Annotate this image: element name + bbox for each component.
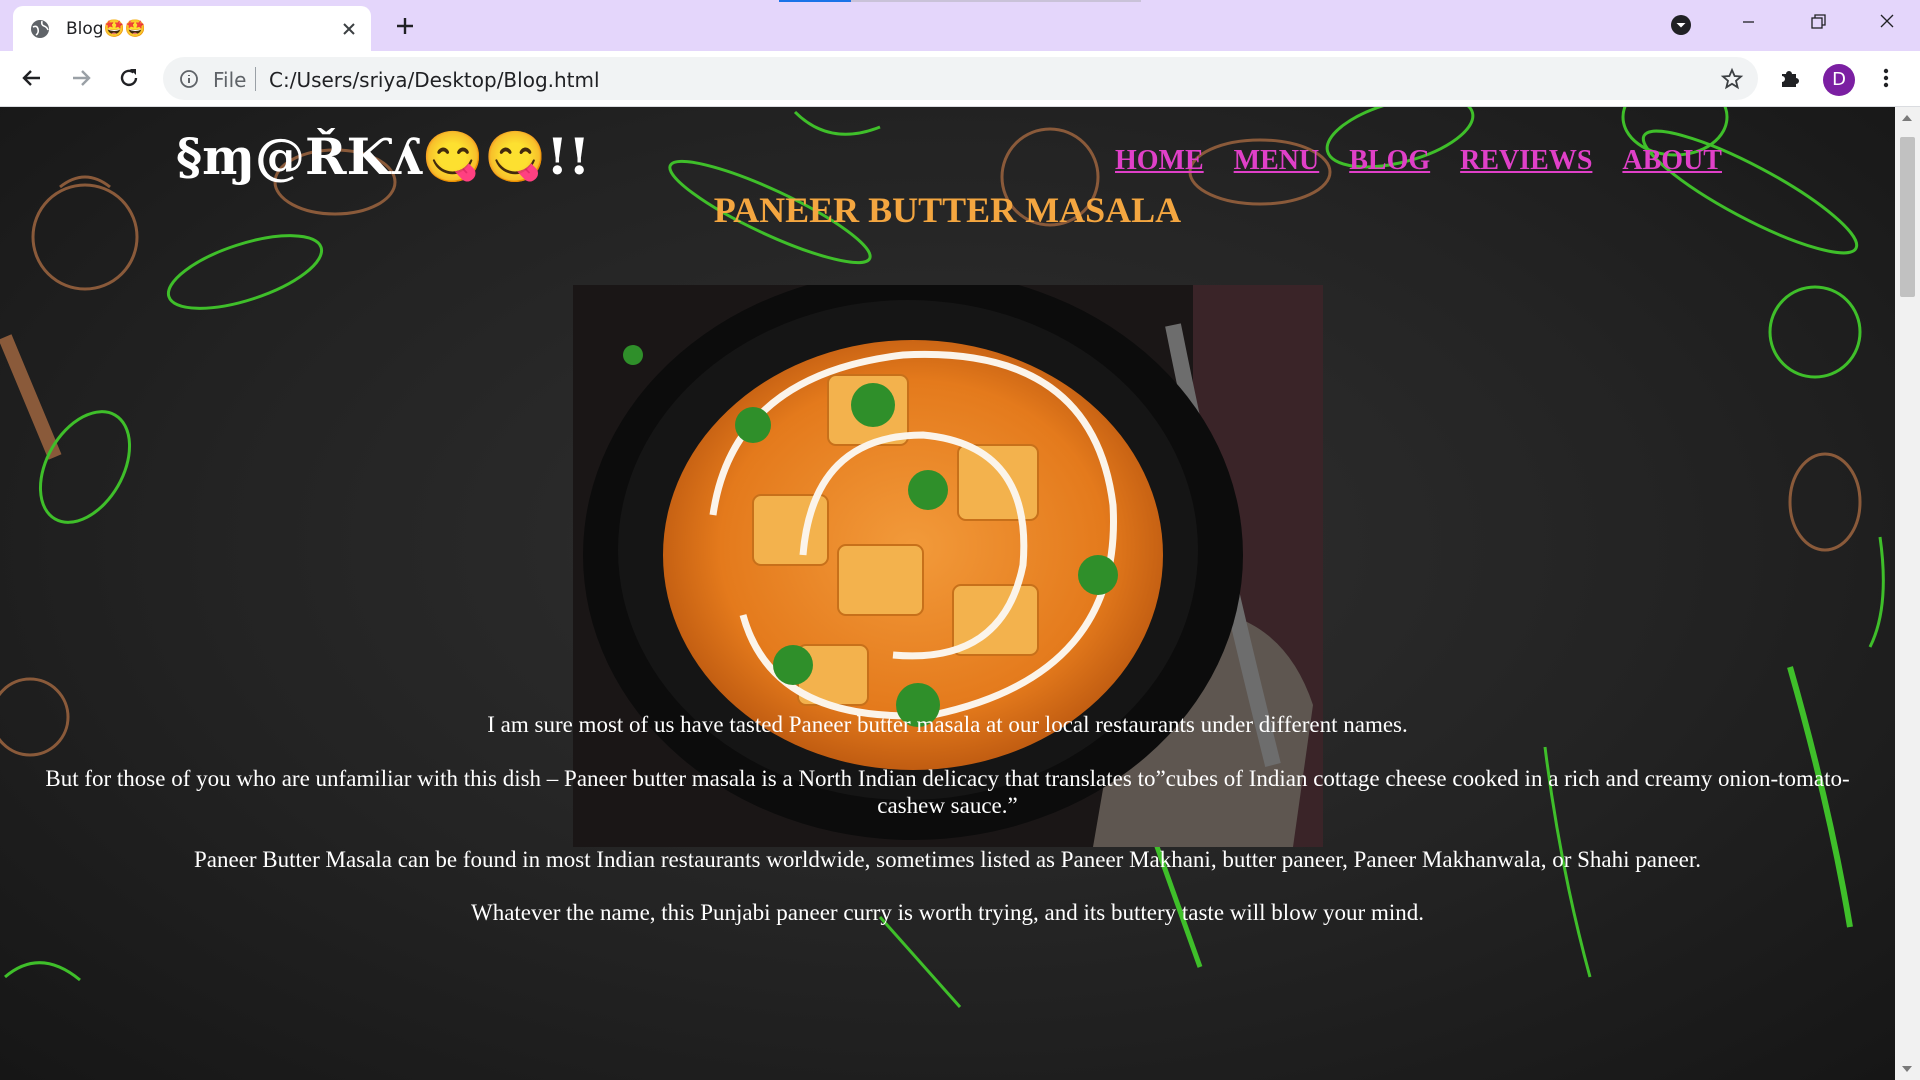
loading-indicator — [779, 0, 851, 2]
scheme-label: File — [213, 68, 247, 92]
forward-icon[interactable] — [68, 65, 94, 91]
site-logo[interactable]: §ɱ@ŘƘʎ😋😋!! — [176, 127, 590, 187]
tab-title: Blog🤩🤩 — [66, 19, 146, 39]
close-window-icon[interactable] — [1862, 8, 1910, 36]
tab-search-icon[interactable] — [1669, 13, 1693, 37]
nav-link-about[interactable]: ABOUT — [1622, 145, 1722, 176]
nav-link-home[interactable]: HOME — [1115, 145, 1204, 176]
url-text[interactable]: C:/Users/sriya/Desktop/Blog.html — [269, 68, 600, 92]
browser-toolbar: File C:/Users/sriya/Desktop/Blog.html D — [0, 51, 1920, 107]
profile-avatar[interactable]: D — [1823, 64, 1855, 96]
reload-icon[interactable] — [116, 65, 142, 91]
tab-strip: Blog🤩🤩 — [0, 0, 1920, 51]
scroll-down-arrow-icon[interactable] — [1902, 1066, 1912, 1072]
globe-icon — [31, 20, 49, 38]
page-viewport: §ɱ@ŘƘʎ😋😋!! HOME MENU BLOG REVIEWS ABOUT PANE… — [0, 107, 1895, 1080]
address-bar[interactable]: File C:/Users/sriya/Desktop/Blog.html — [163, 57, 1758, 100]
nav-link-menu[interactable]: MENU — [1234, 145, 1320, 176]
paneer-butter-masala-photo — [573, 285, 1323, 847]
paragraph: Whatever the name, this Punjabi paneer c… — [470, 900, 1424, 925]
new-tab-icon[interactable] — [393, 14, 417, 38]
scroll-up-arrow-icon[interactable] — [1902, 115, 1912, 121]
page-title: PANEER BUTTER MASALA — [713, 190, 1182, 230]
restore-icon[interactable] — [1793, 8, 1841, 36]
scrollbar-thumb[interactable] — [1900, 137, 1915, 297]
more-menu-icon[interactable] — [1873, 65, 1899, 91]
site-nav: HOME MENU BLOG REVIEWS ABOUT — [1115, 145, 1752, 177]
minimize-icon[interactable] — [1724, 8, 1772, 36]
paragraph: I am sure most of us have tasted Paneer … — [487, 712, 1408, 737]
info-icon[interactable] — [179, 69, 199, 89]
nav-link-reviews[interactable]: REVIEWS — [1460, 145, 1592, 176]
browser-tab[interactable]: Blog🤩🤩 — [13, 6, 371, 51]
page-scrollbar[interactable] — [1895, 107, 1920, 1080]
paragraph: But for those of you who are unfamiliar … — [45, 766, 1850, 818]
extensions-icon[interactable] — [1777, 65, 1803, 91]
back-icon[interactable] — [19, 65, 45, 91]
separator — [255, 67, 256, 91]
paragraph: Paneer Butter Masala can be found in mos… — [193, 847, 1702, 872]
loading-indicator-track — [851, 0, 1141, 2]
bookmark-star-icon[interactable] — [1720, 67, 1744, 91]
close-tab-icon[interactable] — [340, 20, 358, 38]
nav-link-blog[interactable]: BLOG — [1349, 145, 1430, 176]
